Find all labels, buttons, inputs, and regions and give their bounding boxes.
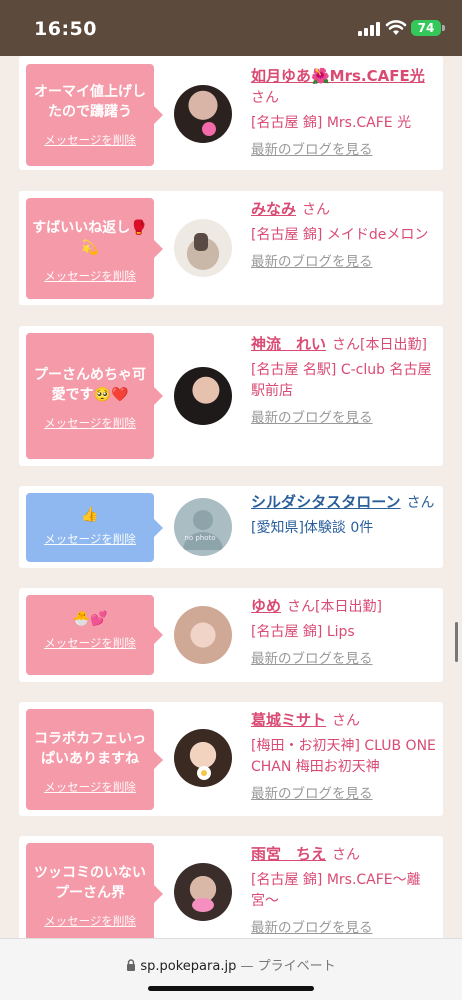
avatar[interactable] xyxy=(174,863,232,921)
profile-info: みなみ さん [名古屋 錦] メイドdeメロン 最新のブログを見る xyxy=(251,199,437,273)
profile-info: シルダシタスタローン さん [愛知県]体験談 0件 xyxy=(251,492,437,539)
profile-name-link[interactable]: みなみ xyxy=(251,200,296,218)
home-indicator[interactable] xyxy=(148,986,314,991)
message-bubble: コラボカフェいっぱいありますね メッセージを削除 xyxy=(26,709,163,810)
list-item: オーマイ値上げしたので躊躇う メッセージを削除 如月ゆあ🌺Mrs.CAFE光 さ… xyxy=(19,56,443,170)
message-text: プーさんめちゃ可愛です🥺❤️ xyxy=(34,367,146,403)
profile-info: 葛城ミサト さん [梅田・お初天神] CLUB ONE CHAN 梅田お初天神 最… xyxy=(251,710,437,805)
message-bubble: プーさんめちゃ可愛です🥺❤️ メッセージを削除 xyxy=(26,333,163,459)
honorific: さん xyxy=(251,90,279,106)
profile-info: ゆめ さん[本日出勤] [名古屋 錦] Lips 最新のブログを見る xyxy=(251,596,437,670)
list-item: 👍 メッセージを削除 no photo シルダシタスタローン さん [愛知県]体験… xyxy=(19,486,443,568)
profile-name-link[interactable]: 神流 れい xyxy=(251,335,326,353)
avatar[interactable] xyxy=(174,367,232,425)
avatar[interactable] xyxy=(174,606,232,664)
avatar-photo xyxy=(202,122,216,136)
honorific: さん xyxy=(332,847,361,863)
lock-icon xyxy=(127,959,136,971)
latest-blog-link[interactable]: 最新のブログを見る xyxy=(251,649,437,670)
message-bubble: ツッコミのいないプーさん界 メッセージを削除 xyxy=(26,843,163,944)
shop-name: [名古屋 錦] メイドdeメロン xyxy=(251,227,429,243)
url-domain: sp.pokepara.jp xyxy=(140,959,237,974)
scrollbar[interactable] xyxy=(455,622,458,662)
profile-name-link[interactable]: 葛城ミサト xyxy=(251,711,326,729)
list-item: すばいいね返し🥊💫 メッセージを削除 みなみ さん [名古屋 錦] メイドdeメロ… xyxy=(19,191,443,305)
message-bubble: すばいいね返し🥊💫 メッセージを削除 xyxy=(26,198,163,299)
shop-name: [名古屋 錦] Mrs.CAFE〜離宮〜 xyxy=(251,872,421,909)
latest-blog-link[interactable]: 最新のブログを見る xyxy=(251,918,437,939)
avatar[interactable] xyxy=(174,219,232,277)
shop-name: [名古屋 名駅] C-club 名古屋駅前店 xyxy=(251,362,432,399)
battery-indicator: 74 xyxy=(411,20,441,36)
avatar-photo xyxy=(192,898,214,912)
latest-blog-link[interactable]: 最新のブログを見る xyxy=(251,408,437,429)
profile-name-link[interactable]: シルダシタスタローン xyxy=(251,493,401,511)
latest-blog-link[interactable]: 最新のブログを見る xyxy=(251,784,437,805)
no-photo-icon: no photo xyxy=(183,510,223,550)
honorific: さん xyxy=(302,202,331,218)
message-bubble: オーマイ値上げしたので躊躇う メッセージを削除 xyxy=(26,64,163,166)
shop-name: [名古屋 錦] Mrs.CAFE 光 xyxy=(251,115,412,131)
shop-name: [梅田・お初天神] CLUB ONE CHAN 梅田お初天神 xyxy=(251,738,436,775)
delete-message-link[interactable]: メッセージを削除 xyxy=(26,779,154,795)
profile-info: 雨宮 ちえ さん [名古屋 錦] Mrs.CAFE〜離宮〜 最新のブログを見る xyxy=(251,844,437,939)
message-text: コラボカフェいっぱいありますね xyxy=(34,731,146,767)
profile-name-link[interactable]: 雨宮 ちえ xyxy=(251,845,326,863)
message-text: 👍 xyxy=(81,507,99,523)
message-text: オーマイ値上げしたので躊躇う xyxy=(34,84,146,120)
private-mode-label: プライベート xyxy=(257,959,336,974)
url-separator: — xyxy=(240,959,254,974)
honorific: さん xyxy=(332,713,361,729)
list-item: プーさんめちゃ可愛です🥺❤️ メッセージを削除 神流 れい さん[本日出勤] [名… xyxy=(19,326,443,466)
status-time: 16:50 xyxy=(34,18,97,40)
honorific: さん xyxy=(287,599,316,615)
honorific: さん xyxy=(332,337,361,353)
delete-message-link[interactable]: メッセージを削除 xyxy=(26,132,154,148)
delete-message-link[interactable]: メッセージを削除 xyxy=(26,531,154,547)
latest-blog-link[interactable]: 最新のブログを見る xyxy=(251,252,437,273)
no-photo-label: no photo xyxy=(184,534,215,542)
today-at-work: [本日出勤] xyxy=(360,337,427,353)
delete-message-link[interactable]: メッセージを削除 xyxy=(26,913,154,929)
avatar[interactable] xyxy=(174,729,232,787)
avatar-photo xyxy=(174,606,232,664)
message-text: ツッコミのいないプーさん界 xyxy=(34,865,146,901)
profile-name-link[interactable]: ゆめ xyxy=(251,597,281,615)
signal-icon xyxy=(358,21,380,36)
battery-cap xyxy=(442,25,445,31)
avatar[interactable]: no photo xyxy=(174,498,232,556)
list-item: コラボカフェいっぱいありますね メッセージを削除 葛城ミサト さん [梅田・お初天… xyxy=(19,702,443,816)
avatar-photo xyxy=(197,766,211,780)
honorific: さん xyxy=(406,495,435,511)
message-text: 🐣💕 xyxy=(72,611,108,627)
profile-info: 如月ゆあ🌺Mrs.CAFE光 さん [名古屋 錦] Mrs.CAFE 光 最新の… xyxy=(251,66,437,161)
url-display[interactable]: sp.pokepara.jp — プライベート xyxy=(0,955,462,974)
avatar-photo xyxy=(194,233,208,251)
today-at-work: [本日出勤] xyxy=(315,599,382,615)
message-bubble: 👍 メッセージを削除 xyxy=(26,493,163,562)
avatar[interactable] xyxy=(174,85,232,143)
shop-name: [名古屋 錦] Lips xyxy=(251,624,355,640)
review-count: [愛知県]体験談 0件 xyxy=(251,520,374,536)
message-text: すばいいね返し🥊💫 xyxy=(32,220,148,256)
status-bar: 16:50 74 xyxy=(0,0,462,56)
wifi-icon xyxy=(385,20,407,35)
delete-message-link[interactable]: メッセージを削除 xyxy=(26,268,154,284)
delete-message-link[interactable]: メッセージを削除 xyxy=(26,415,154,431)
list-item: 🐣💕 メッセージを削除 ゆめ さん[本日出勤] [名古屋 錦] Lips 最新のブ… xyxy=(19,588,443,682)
profile-name-link[interactable]: 如月ゆあ🌺Mrs.CAFE光 xyxy=(251,67,425,85)
profile-info: 神流 れい さん[本日出勤] [名古屋 名駅] C-club 名古屋駅前店 最新の… xyxy=(251,334,437,429)
latest-blog-link[interactable]: 最新のブログを見る xyxy=(251,140,437,161)
avatar-photo xyxy=(174,367,232,425)
delete-message-link[interactable]: メッセージを削除 xyxy=(26,635,154,651)
message-bubble: 🐣💕 メッセージを削除 xyxy=(26,595,163,675)
